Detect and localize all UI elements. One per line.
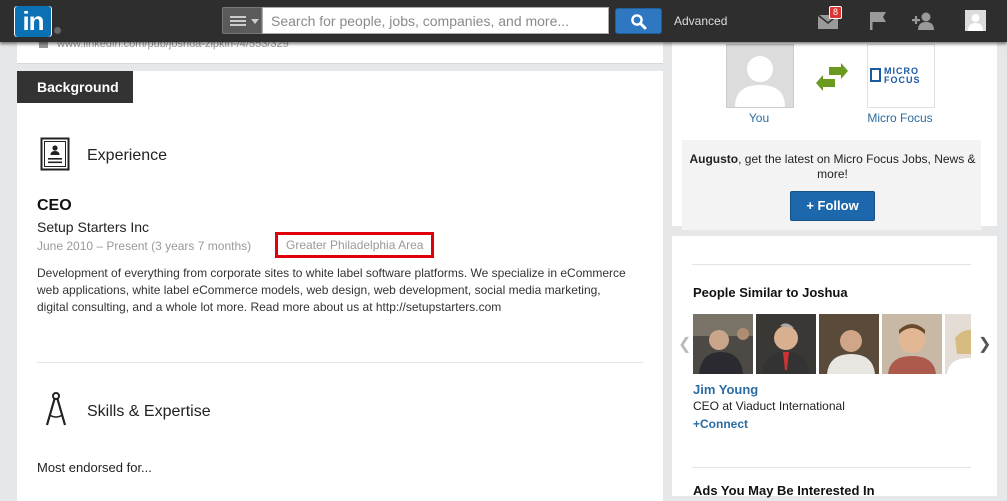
person-photo[interactable] (882, 314, 942, 374)
top-nav-bar: in Advanced 8 (0, 0, 1007, 42)
micro-focus-mark-icon (870, 68, 881, 82)
linkedin-logo[interactable]: in (14, 6, 61, 37)
sidebar-divider (692, 467, 971, 468)
resume-icon (40, 137, 70, 171)
micro-focus-logo[interactable]: MICRO FOCUS (867, 44, 935, 108)
company-name[interactable]: Setup Starters Inc (37, 219, 149, 235)
connect-button[interactable]: +Connect (693, 417, 748, 431)
background-section: Background Experience CEO Setup Starters… (17, 71, 663, 501)
job-location: Greater Philadelphia Area (275, 232, 435, 258)
registered-mark-icon (54, 27, 61, 34)
person-photo[interactable] (945, 314, 971, 374)
person-photo[interactable] (756, 314, 816, 374)
person-photo[interactable] (693, 314, 753, 374)
flag-icon[interactable] (866, 8, 892, 34)
your-photo[interactable] (726, 44, 794, 108)
search-type-dropdown[interactable] (222, 7, 262, 34)
viewer-name: Augusto (689, 152, 739, 166)
chevron-down-icon (251, 19, 259, 24)
you-label[interactable]: You (726, 111, 792, 125)
chevron-right-icon[interactable]: ❯ (978, 334, 991, 354)
sidebar-divider (692, 264, 971, 265)
job-dates: June 2010 – Present (3 years 7 months) (37, 239, 252, 253)
search-input[interactable] (262, 7, 609, 34)
exchange-arrows-icon (816, 63, 848, 91)
people-photo-carousel (693, 314, 971, 374)
company-label[interactable]: Micro Focus (855, 111, 945, 125)
people-similar-card: People Similar to Joshua ❮ ❯ Jim Young C… (672, 236, 997, 498)
add-connection-icon[interactable] (911, 8, 937, 34)
person-name[interactable]: Jim Young (693, 382, 758, 397)
follow-prompt: Augusto, get the latest on Micro Focus J… (680, 152, 985, 182)
search-icon (631, 14, 647, 30)
job-title: CEO (37, 197, 72, 214)
avatar-silhouette-icon (735, 56, 785, 107)
chevron-left-icon[interactable]: ❮ (678, 334, 691, 354)
advanced-search-link[interactable]: Advanced (674, 14, 727, 28)
company-follow-card: You MICRO FOCUS Micro Focus Augusto, get… (672, 36, 997, 230)
person-photo[interactable] (819, 314, 879, 374)
experience-heading: Experience (87, 147, 168, 164)
people-similar-heading: People Similar to Joshua (693, 285, 848, 300)
skills-heading: Skills & Expertise (87, 403, 211, 420)
compass-icon (45, 392, 67, 426)
search-button[interactable] (615, 8, 662, 34)
most-endorsed-label: Most endorsed for... (37, 460, 152, 475)
avatar-silhouette-icon (968, 14, 983, 31)
person-title: CEO at Viaduct International (693, 399, 845, 413)
job-description: Development of everything from corporate… (37, 266, 626, 314)
follow-prompt-text: , get the latest on Micro Focus Jobs, Ne… (738, 152, 976, 181)
profile-avatar[interactable] (965, 10, 986, 31)
list-icon (230, 16, 246, 26)
section-divider (37, 362, 643, 363)
micro-focus-logo-text: MICRO FOCUS (884, 66, 921, 85)
background-tab: Background (17, 71, 133, 103)
logo-text: in (15, 6, 51, 37)
messages-count-badge: 8 (829, 6, 843, 19)
follow-button[interactable]: + Follow (790, 191, 875, 221)
